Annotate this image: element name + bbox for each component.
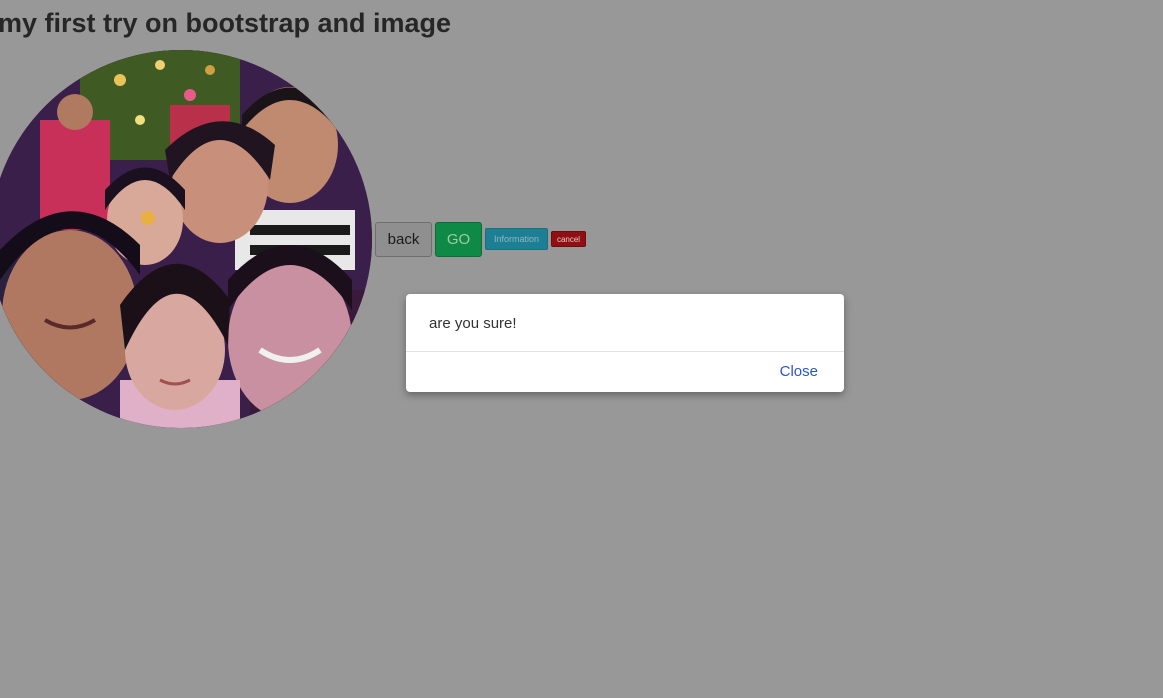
confirm-dialog: are you sure! Close <box>406 294 844 392</box>
page-title: my first try on bootstrap and image <box>0 8 452 38</box>
dialog-message: are you sure! <box>429 315 517 332</box>
information-button[interactable]: Information <box>485 228 548 250</box>
dialog-footer: Close <box>406 352 844 392</box>
dialog-body: are you sure! <box>406 294 844 352</box>
close-button[interactable]: Close <box>780 363 818 380</box>
family-photo <box>0 50 372 428</box>
back-button[interactable]: back <box>375 222 432 257</box>
go-button[interactable]: GO <box>435 222 482 257</box>
cancel-button[interactable]: cancel <box>551 231 586 247</box>
family-photo-image <box>0 50 372 428</box>
